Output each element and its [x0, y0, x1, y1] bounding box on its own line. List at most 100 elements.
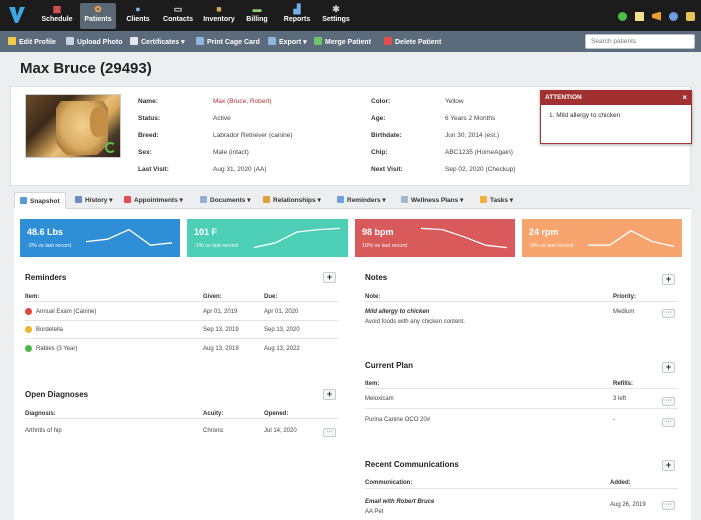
- lock-icon[interactable]: [686, 11, 695, 21]
- temperature-stat-card[interactable]: 101 F -1% vs last record: [187, 219, 348, 257]
- next-visit-value: Sep 02, 2020 (Checkup): [445, 166, 516, 173]
- tab-documents[interactable]: Documents ▾: [195, 192, 255, 209]
- reminder-item[interactable]: Rabies (3 Year): [36, 346, 77, 352]
- diagnosis-header: Diagnosis:: [25, 411, 56, 417]
- nav-contacts[interactable]: ▭ Contacts: [160, 3, 196, 29]
- tab-relationships[interactable]: Relationships ▾: [258, 192, 326, 209]
- stat-change: 10% vs last record: [362, 243, 408, 249]
- respiration-stat-card[interactable]: 24 rpm -8% vs last record: [522, 219, 682, 257]
- reminder-item[interactable]: Bordetella: [36, 327, 63, 333]
- divider: [365, 488, 678, 489]
- nav-billing[interactable]: ▬ Billing: [244, 3, 270, 29]
- communication-more-button[interactable]: ···: [662, 501, 675, 510]
- reminders-given-header: Given:: [203, 294, 222, 300]
- note-title[interactable]: Mild allergy to chicken: [365, 309, 429, 315]
- online-status-icon[interactable]: [618, 11, 627, 21]
- upload-photo-button[interactable]: Upload Photo: [66, 37, 123, 46]
- divider: [365, 301, 678, 302]
- respiration-sparkline: [588, 230, 675, 248]
- plan-refills: 3 left: [613, 396, 627, 402]
- plan-item-more-button[interactable]: ···: [662, 418, 675, 427]
- refresh-icon[interactable]: [105, 142, 116, 153]
- users-icon: ●: [135, 4, 141, 14]
- check-icon: [25, 345, 32, 352]
- patient-tabs: Snapshot History ▾ Appointments ▾ Docume…: [14, 192, 691, 209]
- name-value[interactable]: Max (Bruce, Robert): [213, 98, 272, 105]
- reminder-given: Sep 13, 2019: [203, 327, 239, 333]
- print-cage-card-button[interactable]: Print Cage Card: [196, 37, 260, 46]
- plan-item[interactable]: Meloxicam: [365, 396, 394, 402]
- diagnosis-acuity: Chronic: [203, 428, 224, 434]
- merge-patient-button[interactable]: Merge Patient: [314, 37, 371, 46]
- export-label: Export: [279, 39, 302, 46]
- megaphone-icon[interactable]: [652, 11, 661, 21]
- address-card-icon: ▭: [173, 4, 183, 14]
- diagnosis-name[interactable]: Arthritis of hip: [25, 428, 62, 434]
- export-icon: [268, 37, 276, 45]
- heart-rate-stat-card[interactable]: 98 bpm 10% vs last record: [355, 219, 515, 257]
- edit-profile-button[interactable]: Edit Profile: [8, 37, 56, 46]
- tab-tasks[interactable]: Tasks ▾: [475, 192, 518, 209]
- app-logo[interactable]: [6, 4, 28, 26]
- tab-history[interactable]: History ▾: [70, 192, 117, 209]
- status-value: Active: [213, 115, 231, 122]
- nav-patients[interactable]: ✿ Patients: [80, 3, 116, 29]
- patient-photo[interactable]: [25, 94, 121, 158]
- warning-icon: [25, 326, 32, 333]
- snapshot-icon: [20, 197, 27, 204]
- add-note-button[interactable]: +: [662, 274, 675, 285]
- nav-schedule[interactable]: ▦ Schedule: [40, 3, 74, 29]
- chevron-down-icon: ▾: [247, 197, 251, 204]
- reminder-given: Aug 13, 2019: [203, 346, 239, 352]
- nav-inventory[interactable]: ■ Inventory: [200, 3, 238, 29]
- birthdate-value: Jun 30, 2014 (est.): [445, 132, 500, 139]
- tab-snapshot[interactable]: Snapshot: [14, 192, 66, 209]
- add-diagnosis-button[interactable]: +: [323, 389, 336, 400]
- nav-clients[interactable]: ● Clients: [124, 3, 152, 29]
- divider: [365, 408, 678, 409]
- reminder-item[interactable]: Annual Exam (Canine): [36, 309, 96, 315]
- nav-reports[interactable]: ▟ Reports: [282, 3, 312, 29]
- export-dropdown[interactable]: Export ▾: [268, 37, 307, 46]
- certificates-dropdown[interactable]: Certificates ▾: [130, 37, 185, 46]
- delete-patient-button[interactable]: Delete Patient: [384, 37, 441, 46]
- add-plan-item-button[interactable]: +: [662, 362, 675, 373]
- tab-label: Reminders: [347, 197, 381, 204]
- user-icon[interactable]: [669, 11, 678, 21]
- attention-header: ATTENTION ×: [541, 91, 691, 105]
- search-input[interactable]: [585, 34, 695, 49]
- note-more-button[interactable]: ···: [662, 309, 675, 318]
- last-visit-label: Last Visit:: [138, 166, 169, 173]
- plan-item-more-button[interactable]: ···: [662, 397, 675, 406]
- tab-wellness-plans[interactable]: Wellness Plans ▾: [396, 192, 468, 209]
- nav-label: Patients: [84, 16, 112, 23]
- tab-appointments[interactable]: Appointments ▾: [119, 192, 188, 209]
- plan-refills: -: [613, 417, 615, 423]
- chevron-down-icon: ▾: [109, 197, 113, 204]
- nav-settings[interactable]: ✱ Settings: [320, 3, 352, 29]
- add-communication-button[interactable]: +: [662, 460, 675, 471]
- color-value: Yellow: [445, 98, 464, 105]
- heart-rate-sparkline: [420, 227, 508, 249]
- communications-title: Recent Communications: [365, 460, 459, 469]
- plan-item[interactable]: Purina Canine OCO 20#: [365, 417, 430, 423]
- close-icon[interactable]: ×: [682, 91, 687, 105]
- tab-reminders[interactable]: Reminders ▾: [332, 192, 391, 209]
- added-header: Added:: [610, 480, 631, 486]
- name-label: Name:: [138, 98, 158, 105]
- add-reminder-button[interactable]: +: [323, 272, 336, 283]
- communication-title[interactable]: Email with Robert Bruce: [365, 499, 434, 505]
- note-body: Avoid foods with any chicken content.: [365, 319, 465, 325]
- reminders-title: Reminders: [25, 273, 67, 282]
- attention-panel: ATTENTION × 1. Mild allergy to chicken: [540, 90, 692, 144]
- reminders-due-header: Due:: [264, 294, 278, 300]
- reminders-icon: [337, 196, 344, 203]
- birthdate-label: Birthdate:: [371, 132, 402, 139]
- box-icon: ■: [216, 4, 222, 14]
- attention-title: ATTENTION: [545, 94, 582, 101]
- diagnosis-more-button[interactable]: ···: [323, 428, 336, 437]
- notes-icon[interactable]: [635, 11, 644, 21]
- weight-stat-card[interactable]: 48.6 Lbs -2% vs last record: [20, 219, 180, 257]
- divider: [25, 338, 338, 339]
- chevron-down-icon: ▾: [181, 39, 185, 46]
